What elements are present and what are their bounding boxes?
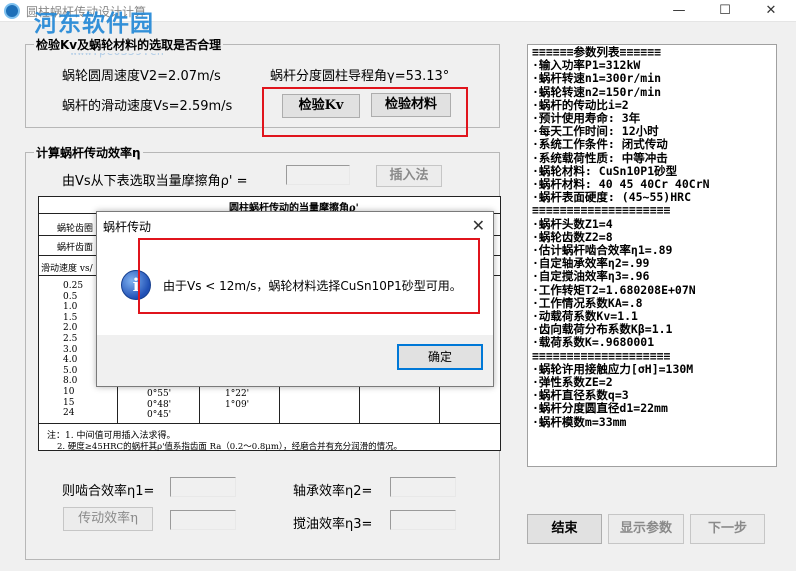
- highlight-box-buttons: [262, 87, 468, 137]
- speed-column: 0.25 0.5 1.0 1.5 2.0 2.5 3.0 4.0 5.0 8.0 10 15 24: [63, 281, 83, 419]
- show-params-button[interactable]: 显示参数: [608, 514, 684, 544]
- table-cell: 2.0: [63, 323, 78, 334]
- dialog-title: 蜗杆传动: [103, 220, 152, 234]
- parameter-line: ·蜗轮转速n2=150r/min: [532, 85, 662, 99]
- check-group-title: 检验Kv及蜗轮材料的选取是否合理: [34, 36, 224, 53]
- parameter-line: ·弹性系数ZE=2: [532, 376, 613, 390]
- table-cell: 1°09': [225, 399, 250, 410]
- parameter-list: ≡≡≡≡≡≡参数列表≡≡≡≡≡≡ ·输入功率P1=312kW ·蜗杆转速n1=300…: [532, 46, 772, 429]
- friction-angle-field[interactable]: [286, 165, 350, 185]
- highlight-box-message: [138, 238, 480, 314]
- table-cell: 5.0: [63, 365, 78, 376]
- efficiency-group-title: 计算蜗杆传动效率η: [34, 144, 143, 161]
- next-step-button[interactable]: 下一步: [690, 514, 765, 544]
- table-row-header-1: 蜗轮齿圈: [57, 224, 94, 234]
- table-cell: 0°48': [147, 399, 172, 410]
- table-cell: 4.0: [63, 355, 78, 366]
- end-button[interactable]: 结束: [527, 514, 602, 544]
- parameter-line: ·系统工作条件: 闭式传动: [532, 138, 668, 152]
- column-b-values: 1°22' 1°09': [225, 389, 249, 410]
- table-cell: 3.0: [63, 344, 78, 355]
- watermark-logo: 河东软件园: [34, 11, 154, 37]
- parameter-line: ·估计蜗杆啮合效率η1=.89: [532, 244, 673, 258]
- parameter-line: ·输入功率P1=312kW: [532, 59, 641, 73]
- table-note-2: 2. 硬度≥45HRC的蜗杆其ρ'值系指齿面 Ra（0.2～0.8μm），经磨合…: [57, 442, 403, 452]
- table-cell: 0.25: [63, 281, 84, 291]
- table-cell: 8.0: [63, 376, 78, 387]
- parameter-line: ·蜗杆材料: 40 45 40Cr 40CrN: [532, 178, 710, 192]
- churning-efficiency-label: 搅油效率η3=: [293, 517, 373, 532]
- parameter-line: ·蜗轮材料: CuSn10P1砂型: [532, 164, 678, 178]
- parameter-line: ·蜗杆模数m=33mm: [532, 415, 627, 429]
- table-cell: 0°55': [147, 389, 172, 399]
- parameter-line: ·系统载荷性质: 中等冲击: [532, 151, 668, 165]
- parameter-line: ·自定轴承效率η2=.99: [532, 257, 650, 271]
- parameter-line: ·齿向载荷分布系数Kβ=1.1: [532, 323, 673, 337]
- parameter-line: ·工作情况系数KA=.8: [532, 296, 643, 310]
- minimize-button[interactable]: —: [656, 0, 702, 22]
- parameter-line: ·蜗杆转速n1=300r/min: [532, 72, 662, 86]
- table-cell: 15: [63, 397, 75, 408]
- maximize-button[interactable]: ☐: [702, 0, 748, 22]
- table-cell: 24: [63, 408, 75, 419]
- dialog-close-button[interactable]: ✕: [472, 216, 485, 235]
- parameter-line: ·蜗杆头数Z1=4: [532, 217, 613, 231]
- drive-efficiency-field[interactable]: [170, 510, 236, 530]
- app-icon: [4, 3, 20, 19]
- table-cell: 0.5: [63, 291, 78, 302]
- column-a-values: 0°55' 0°48' 0°45': [147, 389, 171, 421]
- close-button[interactable]: ✕: [748, 0, 794, 22]
- table-cell: 1.0: [63, 302, 78, 313]
- parameter-line: ·工作转矩T2=1.680208E+07N: [532, 283, 696, 297]
- parameter-line: ·蜗轮齿数Z2=8: [532, 230, 613, 244]
- parameter-line: ·蜗杆表面硬度: (45~55)HRC: [532, 191, 692, 205]
- parameter-line: ·每天工作时间: 12小时: [532, 125, 659, 139]
- churning-efficiency-field[interactable]: [390, 510, 456, 530]
- lead-angle-label: 蜗杆分度圆柱导程角γ=53.13°: [270, 69, 450, 84]
- parameter-line: ·动载荷系数Kv=1.1: [532, 310, 638, 324]
- parameter-line: ≡≡≡≡≡≡≡≡≡≡≡≡≡≡≡≡≡≡≡≡: [532, 204, 671, 218]
- parameter-line: ·预计使用寿命: 3年: [532, 112, 641, 126]
- parameter-line: ≡≡≡≡≡≡≡≡≡≡≡≡≡≡≡≡≡≡≡≡: [532, 349, 671, 363]
- parameter-line: ·载荷系数K=.9680001: [532, 336, 655, 350]
- sliding-speed-label: 蜗杆的滑动速度Vs=2.59m/s: [62, 99, 233, 114]
- dialog-title-bar: 蜗杆传动 ✕: [97, 212, 493, 240]
- parameter-line: ·蜗杆分度圆直径d1=22mm: [532, 402, 668, 416]
- parameter-line: ·蜗杆直径系数q=3: [532, 389, 629, 403]
- worm-wheel-speed-label: 蜗轮圆周速度V2=2.07m/s: [62, 69, 221, 84]
- mesh-efficiency-label: 则啮合效率η1=: [62, 484, 155, 499]
- friction-angle-label: 由Vs从下表选取当量摩擦角ρ' =: [62, 174, 248, 189]
- ok-button[interactable]: 确定: [397, 344, 483, 370]
- parameter-line: ≡≡≡≡≡≡参数列表≡≡≡≡≡≡: [532, 46, 662, 59]
- drive-efficiency-button[interactable]: 传动效率η: [63, 507, 153, 531]
- table-cell: 10: [63, 386, 75, 397]
- table-cell: 2.5: [63, 333, 78, 344]
- parameter-line: ·蜗杆的传动比i=2: [532, 98, 629, 112]
- parameter-list-panel[interactable]: ≡≡≡≡≡≡参数列表≡≡≡≡≡≡ ·输入功率P1=312kW ·蜗杆转速n1=300…: [527, 44, 777, 467]
- parameter-line: ·自定搅油效率η3=.96: [532, 270, 650, 284]
- table-cell: 1°22': [225, 389, 250, 399]
- table-cell: 1.5: [63, 312, 78, 323]
- table-row-header-3: 滑动速度 vs/: [41, 264, 93, 274]
- mesh-efficiency-field[interactable]: [170, 477, 236, 497]
- table-cell: 0°45': [147, 410, 172, 421]
- table-row-header-2: 蜗杆齿面: [57, 243, 94, 253]
- parameter-line: ·蜗轮许用接触应力[σH]=130M: [532, 362, 694, 376]
- interpolation-button[interactable]: 插入法: [376, 165, 442, 187]
- bearing-efficiency-label: 轴承效率η2=: [293, 484, 373, 499]
- bearing-efficiency-field[interactable]: [390, 477, 456, 497]
